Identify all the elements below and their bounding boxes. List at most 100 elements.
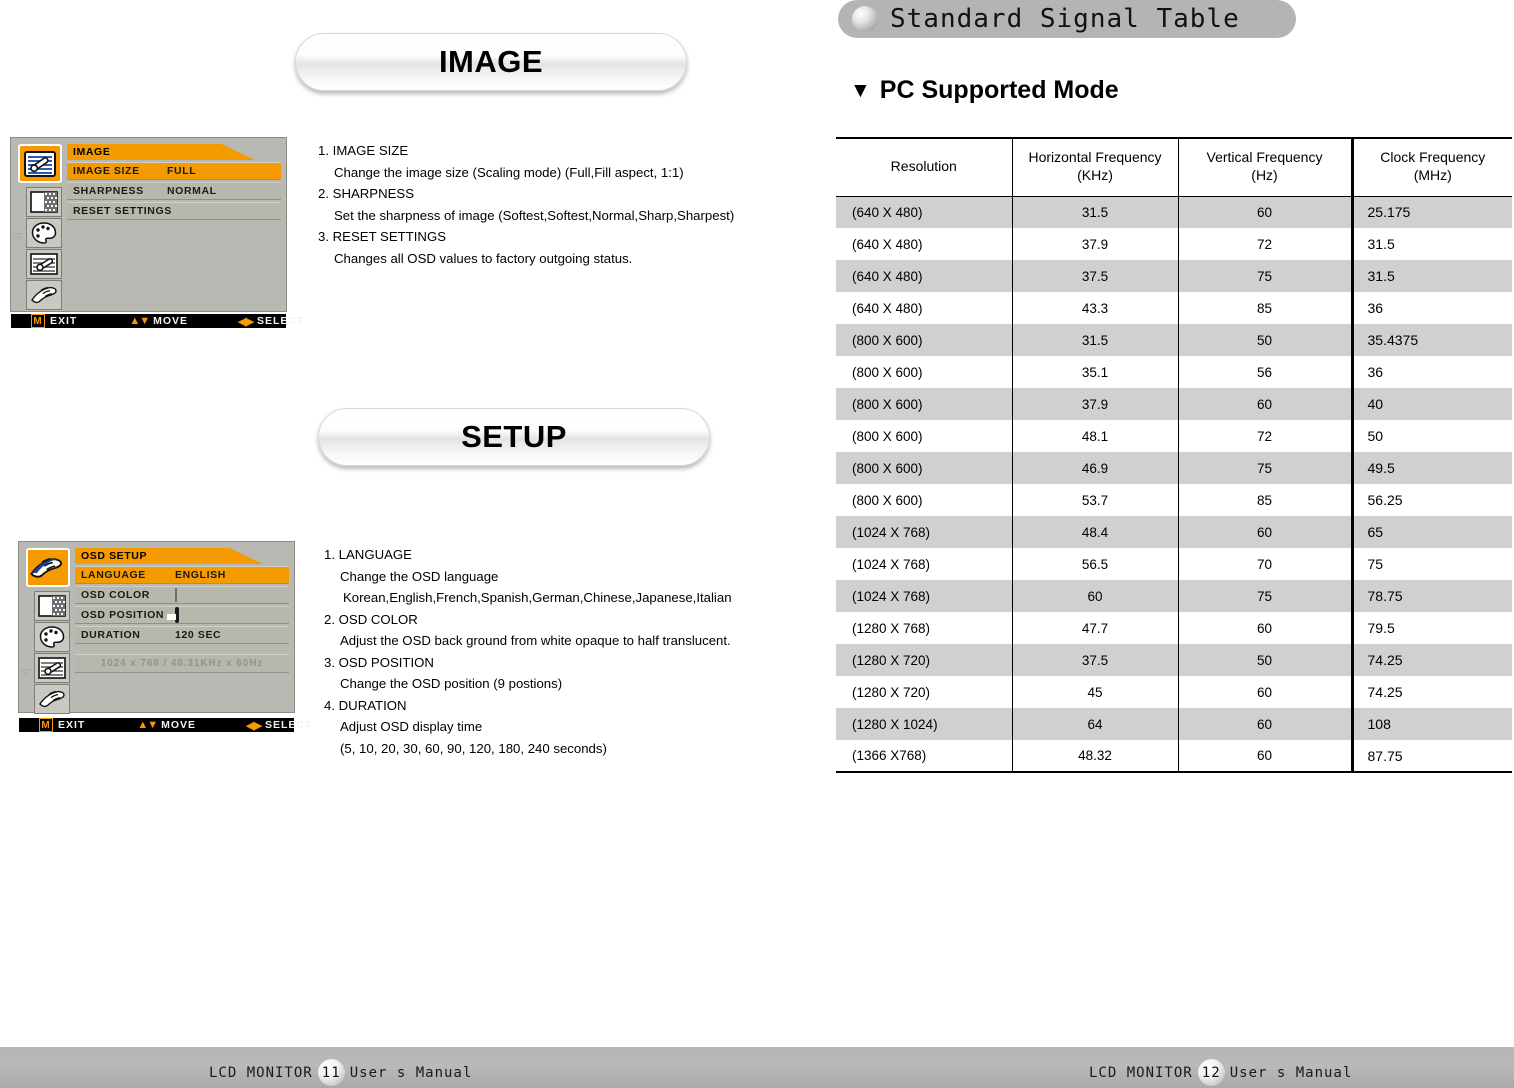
contrast-checker-icon[interactable]	[26, 187, 62, 217]
osd-setup-move-label: MOVE	[161, 719, 197, 731]
cell-vertical-frequency: 60	[1177, 708, 1352, 740]
table-row: (800 X 600) 53.7 85 56.25	[836, 484, 1512, 516]
cell-horizontal-frequency: 47.7	[1011, 612, 1178, 644]
color-palette-icon[interactable]	[26, 218, 62, 248]
cell-clock-frequency: 31.5	[1350, 228, 1512, 260]
table-row: (1280 X 1024) 64 60 108	[836, 708, 1512, 740]
osd-setup-hand-icon-selected[interactable]	[26, 548, 70, 587]
osd-row-language[interactable]: LANGUAGE ENGLISH	[75, 566, 289, 584]
cell-resolution: (1280 X 720)	[852, 684, 931, 700]
cell-horizontal-frequency: 35.1	[1011, 356, 1178, 388]
cell-clock-frequency: 65	[1350, 516, 1512, 548]
image-adjust-icon[interactable]	[26, 249, 62, 279]
osd-row-reset-settings[interactable]: RESET SETTINGS	[67, 202, 281, 220]
pc-supported-mode-table: Resolution Horizontal Frequency (KHz) Ve…	[836, 137, 1512, 773]
osd-row-reset-settings-label: RESET SETTINGS	[73, 205, 172, 217]
cell-clock-frequency: 36	[1350, 356, 1512, 388]
up-down-arrow-icon: ▲▼	[129, 315, 150, 327]
cell-horizontal-frequency: 56.5	[1011, 548, 1178, 580]
cell-resolution: (640 X 480)	[852, 300, 923, 316]
cell-resolution: (640 X 480)	[836, 196, 1012, 228]
column-header-vertical-frequency: Vertical Frequency (Hz)	[1177, 137, 1352, 197]
osd-image-icon-column: ☞	[12, 144, 64, 311]
cell-clock-frequency: 78.75	[1350, 580, 1512, 612]
cell-horizontal-frequency: 37.5	[1011, 644, 1178, 676]
osd-image-move-hint: ▲▼ MOVE	[129, 315, 188, 327]
column-header-resolution: Resolution	[836, 137, 1012, 197]
osd-row-image-size[interactable]: IMAGE SIZE FULL	[67, 162, 281, 180]
osd-color-slider-track[interactable]	[175, 588, 177, 602]
osd-row-osd-color[interactable]: OSD COLOR	[75, 586, 289, 604]
osd-image-footer: M EXIT ▲▼ MOVE ◀▶ SELECT	[11, 314, 303, 328]
cell-clock-frequency: 75	[1350, 548, 1512, 580]
pc-supported-mode-heading: ▼ PC Supported Mode	[850, 76, 1119, 105]
cell-resolution: (800 X 600)	[852, 492, 923, 508]
cell-clock-frequency: 49.5	[1350, 452, 1512, 484]
cell-vertical-frequency: 60	[1177, 196, 1352, 228]
image-adjust-icon[interactable]	[34, 653, 70, 683]
column-header-hfreq-line2: (KHz)	[1077, 167, 1113, 184]
description-list-image: 1. IMAGE SIZE Change the image size (Sca…	[318, 140, 788, 269]
table-body: (640 X 480) 31.5 60 25.175 (640 X 480) 37.9 72…	[836, 196, 1512, 773]
description-list-setup: 1. LANGUAGE Change the OSD language Kore…	[324, 544, 794, 759]
table-row: (800 X 600) 35.1 56 36	[836, 356, 1512, 388]
left-page: IMAGE ☞ IMAGE IMAGE SIZE FULL SHARPNESS …	[0, 0, 830, 1088]
osd-image-exit-hint: M EXIT	[31, 314, 77, 328]
table-row: (640 X 480) 37.5 75 31.5	[836, 260, 1512, 292]
desc-image-line-6: Changes all OSD values to factory outgoi…	[334, 250, 633, 266]
cell-resolution: (1280 X 768)	[852, 620, 931, 636]
cell-vertical-frequency: 72	[1177, 228, 1352, 260]
footer-left-suffix: User s Manual	[349, 1064, 473, 1081]
cell-horizontal-frequency: 46.9	[1011, 452, 1178, 484]
table-header-row: Resolution Horizontal Frequency (KHz) Ve…	[836, 137, 1512, 197]
table-row: (800 X 600) 48.1 72 50	[836, 420, 1512, 452]
cell-clock-frequency: 87.75	[1350, 740, 1512, 773]
osd-setup-footer: M EXIT ▲▼ MOVE ◀▶ SELECT	[19, 718, 311, 732]
desc-setup-line-6: 3. OSD POSITION	[324, 654, 434, 670]
up-down-arrow-icon: ▲▼	[137, 719, 158, 731]
osd-image-title: IMAGE	[67, 144, 256, 160]
cell-clock-frequency: 25.175	[1350, 196, 1512, 228]
osd-row-duration-label: DURATION	[81, 629, 141, 641]
osd-row-image-size-value: FULL	[167, 165, 197, 177]
cell-resolution: (800 X 600)	[852, 364, 923, 380]
contrast-checker-icon[interactable]	[34, 591, 70, 621]
osd-row-language-value: ENGLISH	[175, 569, 226, 581]
desc-setup-line-2: Change the OSD language	[340, 568, 499, 584]
table-row: (1024 X 768) 56.5 70 75	[836, 548, 1512, 580]
cell-resolution: (800 X 600)	[852, 428, 923, 444]
cell-resolution: (1024 X 768)	[836, 516, 1012, 548]
section-banner-image: IMAGE	[295, 33, 687, 91]
picture-tool-icon[interactable]	[18, 144, 62, 183]
osd-setup-hand-icon[interactable]	[26, 280, 62, 310]
cell-clock-frequency: 108	[1350, 708, 1512, 740]
color-palette-icon[interactable]	[34, 622, 70, 652]
table-header: Resolution Horizontal Frequency (KHz) Ve…	[836, 137, 1512, 197]
cell-clock-frequency: 36	[1350, 292, 1512, 324]
osd-setup-menu-column: OSD SETUP LANGUAGE ENGLISH OSD COLOR OSD…	[72, 548, 289, 715]
cell-clock-frequency: 50	[1350, 420, 1512, 452]
footer-left-prefix: LCD MONITOR	[209, 1064, 313, 1081]
osd-color-slider[interactable]	[175, 588, 283, 602]
osd-image-menu-column: IMAGE IMAGE SIZE FULL SHARPNESS NORMAL R…	[64, 144, 281, 311]
cell-vertical-frequency: 72	[1177, 420, 1352, 452]
osd-position-widget[interactable]	[167, 607, 283, 623]
osd-row-duration[interactable]: DURATION 120 SEC	[75, 626, 289, 644]
menu-key-icon: M	[39, 718, 53, 732]
osd-image-select-hint: ◀▶ SELECT	[238, 315, 304, 328]
column-header-clock-line2: (MHz)	[1413, 167, 1452, 184]
osd-row-sharpness[interactable]: SHARPNESS NORMAL	[67, 182, 281, 200]
cell-resolution: (640 X 480)	[852, 236, 923, 252]
osd-setup-hand-icon[interactable]	[34, 684, 70, 714]
cell-horizontal-frequency: 31.5	[1011, 324, 1178, 356]
cell-horizontal-frequency: 37.9	[1011, 228, 1178, 260]
cell-clock-frequency: 74.25	[1350, 676, 1512, 708]
section-banner-setup-label: SETUP	[461, 419, 567, 454]
cell-vertical-frequency: 60	[1177, 612, 1352, 644]
footer-right-prefix: LCD MONITOR	[1089, 1064, 1193, 1081]
cell-clock-frequency: 40	[1350, 388, 1512, 420]
column-header-vfreq-line1: Vertical Frequency	[1206, 149, 1323, 166]
cell-vertical-frequency: 60	[1177, 516, 1352, 548]
desc-setup-line-9: Adjust OSD display time	[340, 719, 483, 735]
osd-row-osd-position[interactable]: OSD POSITION	[75, 606, 289, 624]
